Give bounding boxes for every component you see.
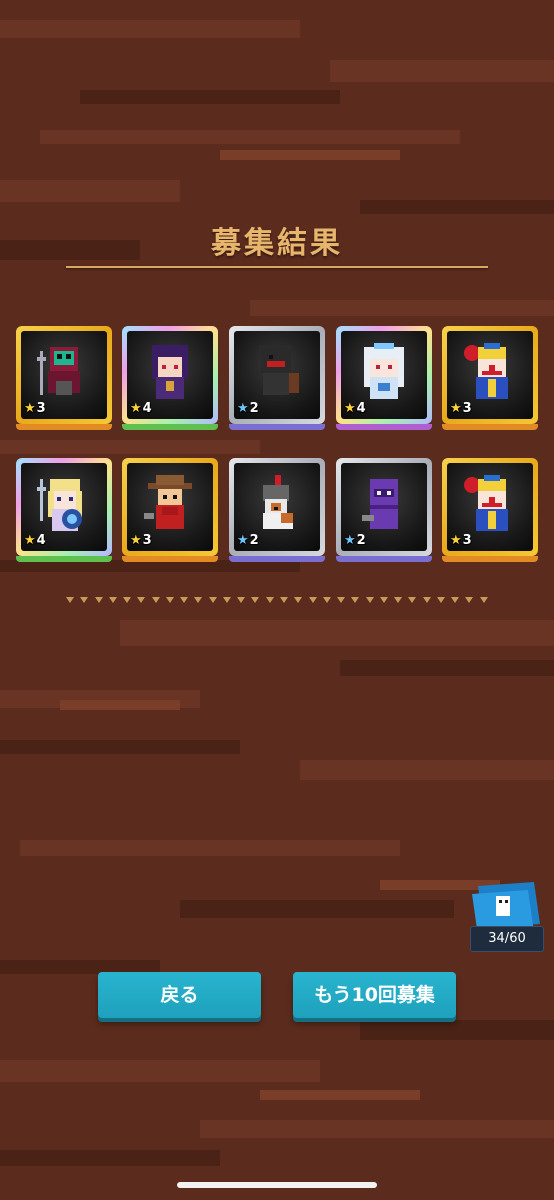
star-count: 3 — [462, 401, 472, 416]
star-icon: ★ — [237, 401, 249, 416]
star-count: 3 — [462, 533, 472, 548]
result-card[interactable]: ★ 4 — [16, 458, 112, 562]
clown-character-icon — [464, 343, 508, 400]
purple-ninja-character-icon — [362, 479, 398, 530]
witch-girl-character-icon — [152, 345, 188, 400]
star-count: 3 — [142, 533, 152, 548]
result-card[interactable]: ★ 2 — [336, 458, 432, 562]
result-card[interactable]: ★ 3 — [442, 458, 538, 562]
star-icon: ★ — [130, 533, 142, 548]
decorative-divider — [66, 597, 488, 605]
star-icon: ★ — [130, 401, 142, 416]
clown-character-icon — [464, 475, 508, 532]
star-icon: ★ — [24, 533, 36, 548]
blonde-knight-character-icon — [37, 479, 82, 532]
result-card[interactable]: ★ 3 — [442, 326, 538, 430]
star-icon: ★ — [237, 533, 249, 548]
page-title: 募集結果 — [211, 226, 343, 261]
star-icon: ★ — [450, 401, 462, 416]
helmet-dog-character-icon — [263, 475, 293, 530]
star-icon: ★ — [450, 533, 462, 548]
robot-knight-character-icon — [37, 347, 80, 396]
black-dog-character-icon — [259, 345, 299, 396]
star-count: 4 — [356, 401, 366, 416]
recruit-again-button[interactable]: もう10回募集 — [293, 972, 456, 1018]
title-underline — [66, 266, 488, 268]
result-card[interactable]: ★ 4 — [122, 326, 218, 430]
ice-princess-character-icon — [364, 343, 404, 400]
star-icon: ★ — [344, 533, 356, 548]
result-card[interactable]: ★ 3 — [122, 458, 218, 562]
star-count: 4 — [36, 533, 46, 548]
back-button[interactable]: 戻る — [98, 972, 261, 1018]
result-card[interactable]: ★ 2 — [229, 326, 325, 430]
result-card[interactable]: ★ 4 — [336, 326, 432, 430]
star-count: 2 — [356, 533, 366, 548]
star-count: 2 — [249, 533, 259, 548]
star-icon: ★ — [344, 401, 356, 416]
star-count: 4 — [142, 401, 152, 416]
result-card[interactable]: ★ 2 — [229, 458, 325, 562]
star-count: 2 — [249, 401, 259, 416]
ticket-count: 34/60 — [470, 926, 544, 952]
home-indicator[interactable] — [177, 1182, 377, 1188]
cowboy-character-icon — [144, 475, 192, 530]
star-icon: ★ — [24, 401, 36, 416]
result-card[interactable]: ★ 3 — [16, 326, 112, 430]
star-count: 3 — [36, 401, 46, 416]
